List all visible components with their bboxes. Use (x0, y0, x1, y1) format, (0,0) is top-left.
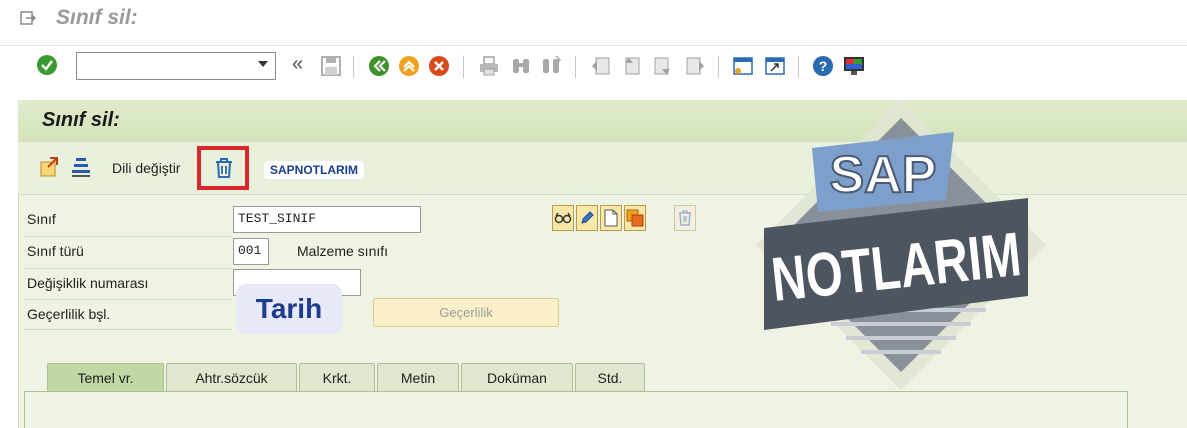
sinif-turu-input[interactable]: 001 (233, 238, 269, 265)
tab-metin[interactable]: Metin (377, 363, 459, 392)
trash-icon (679, 210, 691, 226)
sinif-input[interactable]: TEST_SINIF (233, 206, 421, 233)
row-divider (24, 236, 232, 237)
display-glasses-button[interactable] (552, 205, 574, 231)
hierarchy-icon[interactable] (70, 156, 92, 178)
window-title: Sınıf sil: (56, 6, 138, 29)
toolbar-separator (798, 56, 799, 78)
print-icon[interactable] (478, 55, 500, 77)
find-next-icon[interactable] (540, 55, 562, 77)
double-chevron-left-icon[interactable]: « (292, 53, 303, 76)
glasses-icon (554, 212, 572, 224)
screen-title: Sınıf sil: (42, 109, 120, 131)
command-field[interactable] (76, 52, 276, 80)
change-language-button[interactable]: Dili değiştir (112, 160, 180, 176)
tab-dokuman[interactable]: Doküman (461, 363, 573, 392)
gecerlilik-button[interactable]: Geçerlilik (373, 298, 559, 327)
enter-check-icon[interactable] (36, 54, 58, 76)
toolbar-separator (718, 56, 719, 78)
row-divider (24, 299, 232, 300)
find-icon[interactable] (510, 55, 532, 77)
toolbar-separator (575, 56, 576, 78)
help-icon[interactable]: ? (812, 55, 834, 77)
change-pencil-button[interactable] (576, 205, 598, 231)
first-page-icon[interactable] (590, 55, 612, 77)
tab-content-panel (24, 391, 1128, 428)
previous-page-icon[interactable] (620, 55, 642, 77)
tab-anahtar-sozcuk[interactable]: Ahtr.sözcük (166, 363, 297, 392)
next-page-icon[interactable] (652, 55, 674, 77)
toolbar-separator (463, 56, 464, 78)
save-icon[interactable] (320, 55, 342, 77)
tab-karakteristik[interactable]: Krkt. (299, 363, 375, 392)
row-divider (24, 329, 232, 330)
delete-highlight-box (197, 146, 249, 190)
create-session-icon[interactable] (732, 55, 754, 77)
toolbar-separator (353, 56, 354, 78)
document-icon (604, 209, 618, 227)
delete-small-button[interactable] (674, 205, 696, 231)
sapnotlarim-logo: SAP NOTLARIM (756, 100, 1046, 390)
back-icon[interactable] (368, 55, 390, 77)
customize-layout-icon[interactable] (842, 55, 866, 77)
exit-up-icon[interactable] (398, 55, 420, 77)
row-divider (24, 268, 232, 269)
sinif-label: Sınıf (27, 211, 56, 227)
sinif-turu-description: Malzeme sınıfı (297, 243, 389, 259)
sinif-turu-label: Sınıf türü (27, 243, 84, 259)
exit-icon[interactable] (20, 10, 36, 26)
other-class-icon[interactable] (38, 156, 60, 178)
title-bar (0, 0, 1187, 40)
tarih-overlay-label: Tarih (236, 284, 342, 334)
degisiklik-numarasi-label: Değişiklik numarası (27, 275, 149, 291)
sapnotlarim-badge: SAPNOTLARIM (264, 161, 364, 179)
chevron-down-icon[interactable] (258, 61, 268, 67)
shortcut-icon[interactable] (764, 55, 786, 77)
create-document-button[interactable] (600, 205, 622, 231)
last-page-icon[interactable] (684, 55, 706, 77)
logo-text-sap: SAP (830, 146, 937, 204)
pencil-icon (581, 211, 594, 224)
tab-temel-veriler[interactable]: Temel vr. (47, 363, 164, 392)
svg-text:?: ? (819, 58, 828, 74)
gecerlilik-baslangic-label: Geçerlilik bşl. (27, 306, 111, 322)
tab-standart[interactable]: Std. (575, 363, 645, 392)
cancel-icon[interactable] (428, 55, 450, 77)
copy-button[interactable] (624, 205, 646, 231)
copy-icon (626, 209, 644, 227)
